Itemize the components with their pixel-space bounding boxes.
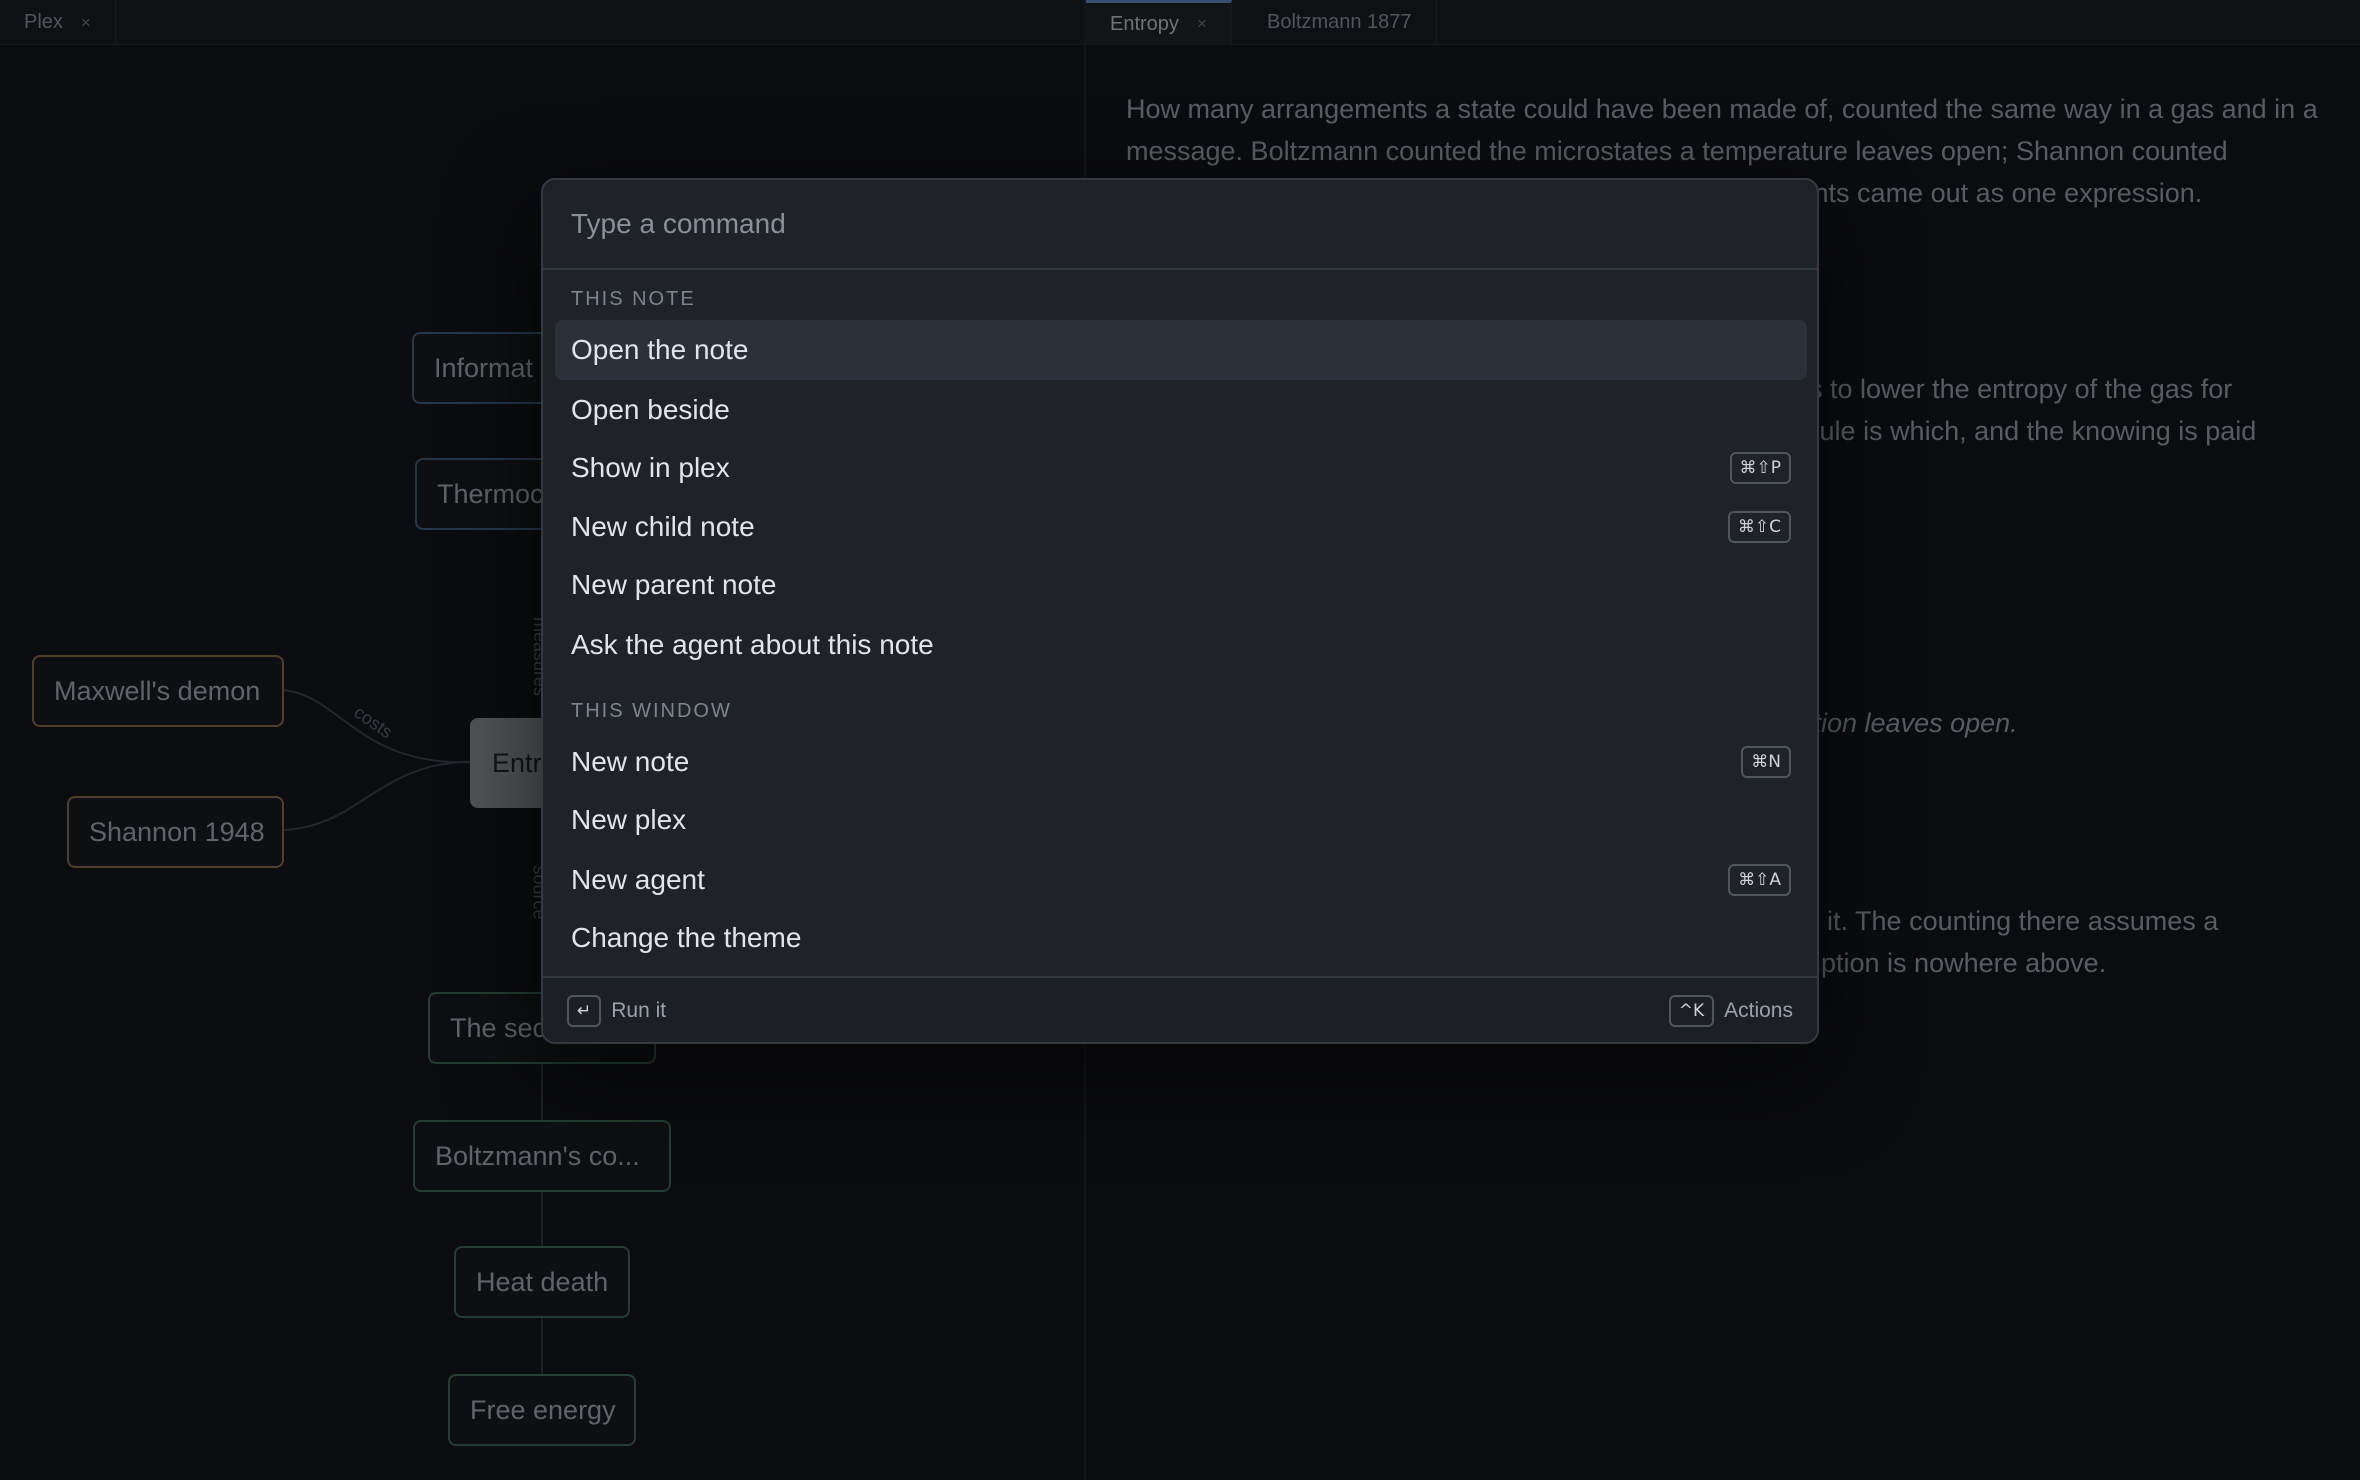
shortcut-badge: ⌘⇧P (1729, 452, 1791, 484)
command-new-child-note[interactable]: New child note ⌘⇧C (555, 497, 1807, 557)
run-label: Run it (611, 999, 667, 1022)
command-label: Open beside (571, 394, 730, 425)
command-new-agent[interactable]: New agent ⌘⇧A (555, 850, 1807, 910)
command-new-note[interactable]: New note ⌘N (555, 732, 1807, 792)
command-label: Change the theme (571, 922, 802, 953)
section-this-note: THIS NOTE (571, 288, 696, 310)
section-this-window: THIS WINDOW (571, 700, 732, 722)
command-label: New note (571, 746, 690, 777)
command-change-theme[interactable]: Change the theme (555, 908, 1807, 968)
command-label: New plex (571, 804, 687, 835)
command-show-in-plex[interactable]: Show in plex ⌘⇧P (555, 438, 1807, 498)
command-input[interactable] (543, 180, 1817, 270)
actions-label: Actions (1724, 999, 1793, 1022)
command-label: New agent (571, 864, 705, 895)
command-ask-agent[interactable]: Ask the agent about this note (555, 615, 1807, 675)
command-label: Show in plex (571, 452, 730, 483)
command-label: New child note (571, 511, 755, 542)
command-new-plex[interactable]: New plex (555, 790, 1807, 850)
shortcut-badge: ⌘N (1741, 746, 1791, 778)
command-label: Ask the agent about this note (571, 629, 934, 660)
command-label: New parent note (571, 569, 777, 600)
actions-hint[interactable]: ^K Actions (1668, 978, 1793, 1042)
actions-shortcut: ^K (1668, 995, 1715, 1027)
command-new-parent-note[interactable]: New parent note (555, 555, 1807, 615)
enter-key-icon: ↵ (567, 995, 602, 1027)
command-palette: THIS NOTE Open the note Open beside Show… (541, 178, 1819, 1044)
palette-footer: ↵ Run it ^K Actions (543, 976, 1817, 1042)
command-open-beside[interactable]: Open beside (555, 380, 1807, 440)
run-hint[interactable]: ↵ Run it (567, 978, 667, 1042)
shortcut-badge: ⌘⇧C (1727, 511, 1791, 543)
command-label: Open the note (571, 334, 749, 365)
command-open-the-note[interactable]: Open the note (555, 320, 1807, 380)
shortcut-badge: ⌘⇧A (1728, 864, 1791, 896)
